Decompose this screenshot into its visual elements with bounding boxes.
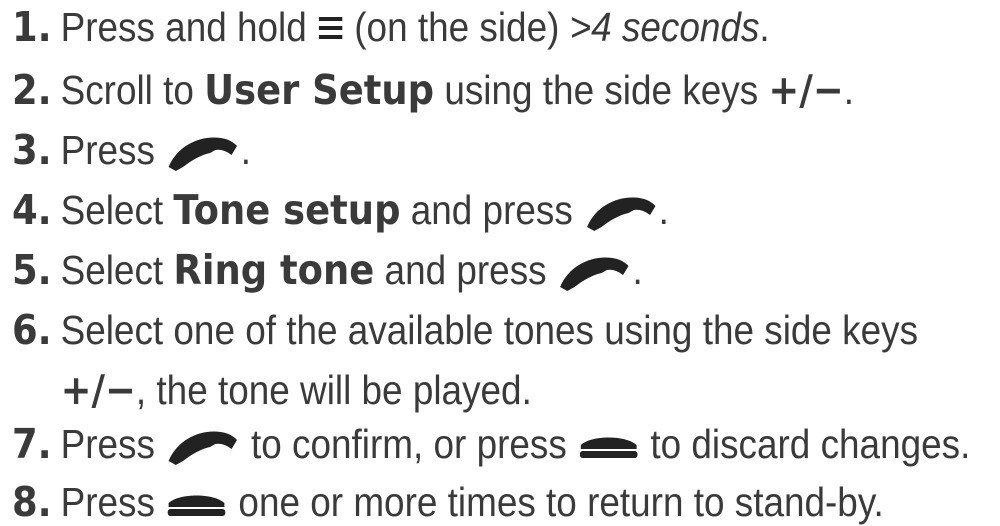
step-8: 8. Press one or more times to return to s… bbox=[12, 482, 884, 523]
step-number: 3. bbox=[12, 126, 52, 174]
menu-option-tone-setup: Tone setup bbox=[173, 186, 401, 234]
step-text: and press bbox=[374, 247, 557, 293]
side-keys-label: +/− bbox=[60, 366, 136, 414]
step-text: Press bbox=[60, 479, 166, 525]
step-number: 7. bbox=[12, 420, 52, 468]
step-text: . bbox=[843, 67, 855, 113]
phone-on-hook-icon bbox=[165, 491, 228, 519]
phone-off-hook-icon bbox=[165, 427, 241, 467]
step-text: one or more times to return to stand-by. bbox=[228, 479, 884, 525]
step-number: 1. bbox=[12, 3, 52, 51]
step-text: (on the side) bbox=[344, 4, 570, 50]
step-4: 4. Select Tone setup and press . bbox=[12, 190, 669, 233]
step-text: Select bbox=[60, 187, 174, 233]
step-text: . bbox=[759, 4, 770, 50]
step-emphasis: >4 seconds bbox=[569, 4, 760, 50]
step-2: 2. Scroll to User Setup using the side ke… bbox=[12, 70, 854, 111]
step-text: Press and hold bbox=[60, 4, 318, 50]
step-text: using the side keys bbox=[434, 67, 769, 113]
menu-option-ring-tone: Ring tone bbox=[173, 246, 375, 294]
step-text: Select bbox=[60, 247, 174, 293]
step-number: 5. bbox=[12, 246, 52, 294]
step-text: Press bbox=[60, 127, 166, 173]
menu-icon bbox=[317, 13, 344, 43]
step-text: and press bbox=[400, 187, 584, 233]
step-text: . bbox=[658, 187, 669, 233]
step-3: 3. Press . bbox=[12, 130, 251, 173]
step-1: 1. Press and hold (on the side) >4 second… bbox=[12, 7, 770, 48]
step-6-continued: +/−, the tone will be played. bbox=[12, 370, 532, 411]
menu-option-user-setup: User Setup bbox=[204, 66, 435, 114]
step-number: 6. bbox=[12, 306, 52, 354]
step-text: . bbox=[632, 247, 643, 293]
side-keys-label: +/− bbox=[768, 66, 844, 114]
step-number: 2. bbox=[12, 66, 52, 114]
step-text: , the tone will be played. bbox=[135, 367, 532, 413]
phone-off-hook-icon bbox=[557, 253, 633, 293]
step-text: Select one of the available tones using … bbox=[60, 307, 919, 353]
phone-off-hook-icon bbox=[165, 133, 241, 173]
phone-on-hook-icon bbox=[577, 433, 640, 461]
phone-off-hook-icon bbox=[583, 193, 659, 233]
step-number: 4. bbox=[12, 186, 52, 234]
instruction-list: 1. Press and hold (on the side) >4 second… bbox=[0, 0, 1000, 525]
step-text: . bbox=[240, 127, 252, 173]
step-text: to discard changes. bbox=[640, 421, 971, 467]
step-number: 8. bbox=[12, 478, 52, 526]
step-5: 5. Select Ring tone and press . bbox=[12, 250, 643, 293]
step-7: 7. Press to confirm, or press to discard … bbox=[12, 424, 970, 467]
step-text: to confirm, or press bbox=[240, 421, 578, 467]
step-text: Scroll to bbox=[60, 67, 205, 113]
step-text: Press bbox=[60, 421, 166, 467]
step-6: 6. Select one of the available tones usin… bbox=[12, 310, 918, 351]
